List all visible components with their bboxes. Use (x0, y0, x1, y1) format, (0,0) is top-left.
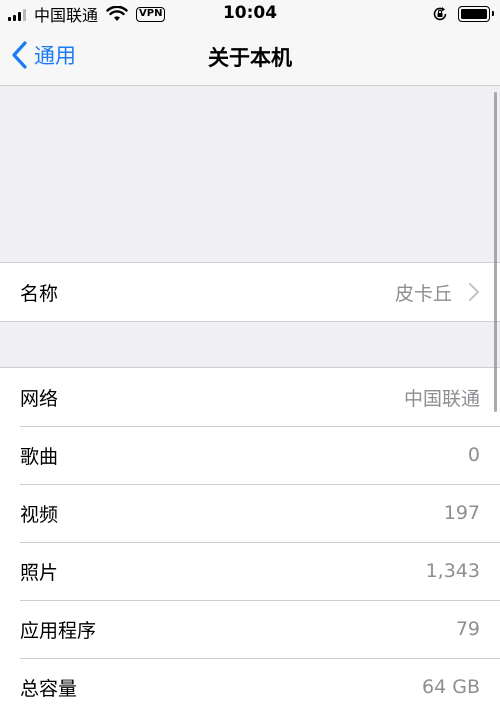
row-label: 名称 (20, 282, 59, 305)
chevron-right-icon (469, 283, 479, 301)
status-bar: 中国联通 VPN 10:04 (0, 0, 500, 28)
scroll-indicator[interactable] (494, 92, 497, 412)
info-row-photos: 照片 1,343 (0, 542, 500, 600)
row-value: 皮卡丘 (394, 282, 452, 305)
navigation-bar: 通用 关于本机 (0, 28, 500, 86)
rotation-lock-icon (433, 7, 447, 21)
row-label: 总容量 (20, 677, 78, 700)
info-row-songs: 歌曲 0 (0, 426, 500, 484)
name-row[interactable]: 名称 皮卡丘 (0, 263, 500, 321)
info-row-apps: 应用程序 79 (0, 600, 500, 658)
row-value: 中国联通 (403, 387, 480, 410)
status-time: 10:04 (222, 3, 278, 23)
info-group: 网络 中国联通 歌曲 0 视频 197 照片 1,343 应用程序 79 总容量… (0, 367, 500, 711)
row-value: 1,343 (425, 560, 480, 582)
info-row-network: 网络 中国联通 (0, 368, 500, 426)
row-label: 应用程序 (20, 619, 97, 642)
info-row-capacity: 总容量 64 GB (0, 658, 500, 711)
info-row-videos: 视频 197 (0, 484, 500, 542)
battery-icon (458, 6, 494, 22)
status-right (432, 5, 494, 23)
section-spacer (0, 87, 500, 262)
row-label: 歌曲 (20, 445, 59, 468)
row-label: 照片 (20, 561, 59, 584)
page-title: 关于本机 (208, 46, 292, 70)
row-value: 64 GB (422, 676, 480, 698)
row-value: 197 (443, 502, 480, 524)
row-label: 网络 (20, 387, 59, 410)
row-value: 0 (467, 444, 480, 466)
row-label: 视频 (20, 503, 59, 526)
row-value: 79 (455, 618, 480, 640)
name-group: 名称 皮卡丘 (0, 262, 500, 322)
